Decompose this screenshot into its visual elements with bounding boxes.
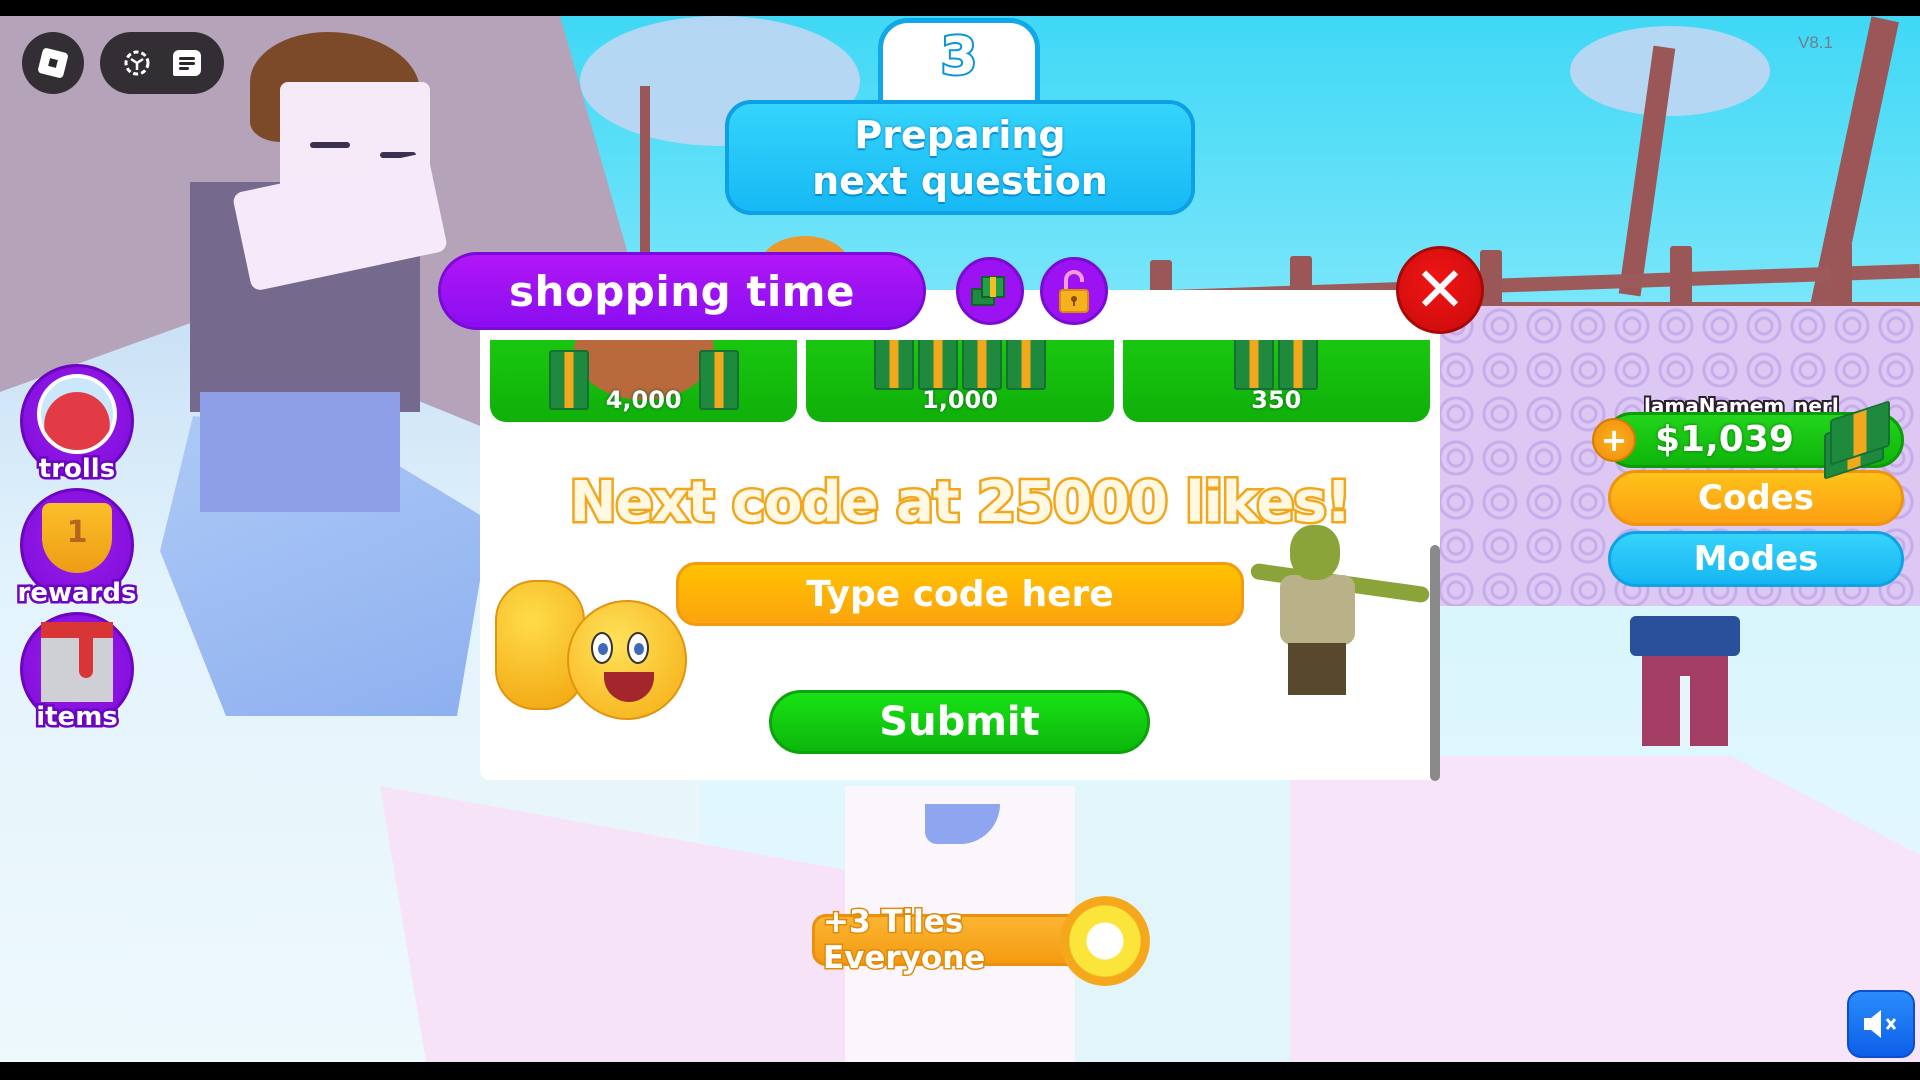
letterbox-top: [0, 0, 1920, 16]
shop-title: shopping time: [508, 266, 856, 316]
sun-burst-icon: [1060, 896, 1150, 986]
wooden-pole: [640, 86, 650, 266]
cash-stack-icon: [1234, 340, 1319, 390]
shop-item-4000[interactable]: 4,000: [490, 340, 798, 422]
padlock-open-icon: [1059, 270, 1089, 313]
sidebar-item-trolls[interactable]: trolls: [20, 364, 134, 487]
mute-button[interactable]: [1847, 990, 1915, 1058]
powerup-badge: +3 Tiles Everyone: [812, 903, 1102, 978]
player-username: lamaNamem_nerl: [1644, 394, 1839, 412]
cash-tab-button[interactable]: [956, 257, 1024, 325]
roblox-menu-button[interactable]: [22, 32, 84, 94]
thumbs-up-emoji: [495, 570, 695, 730]
sidebar-item-label: trolls: [36, 452, 117, 487]
selfie-view-icon: [124, 50, 150, 76]
shop-item-350[interactable]: 350: [1122, 340, 1430, 422]
paint-bucket-icon: [41, 622, 113, 703]
shop-scrollbar[interactable]: [1430, 545, 1440, 781]
roblox-toolbar: [100, 32, 224, 94]
cash-stack-icon: [1816, 400, 1894, 480]
add-money-button[interactable]: +: [1592, 418, 1636, 462]
cash-stack-icon: [971, 276, 1005, 306]
sidebar-item-label: rewards: [15, 576, 139, 611]
powerup-label: +3 Tiles Everyone: [822, 903, 987, 978]
round-status-text: Preparing next question: [812, 112, 1108, 203]
shop-title-bar: shopping time: [438, 252, 926, 330]
shop-item-amount: 1,000: [922, 386, 998, 414]
chat-icon: [173, 50, 201, 76]
sidebar-item-rewards[interactable]: rewards: [15, 488, 139, 611]
shop-item-1000[interactable]: 1,000: [806, 340, 1114, 422]
speaker-muted-icon: [1864, 1010, 1897, 1038]
countdown-number: 3: [939, 27, 979, 87]
unlock-tab-button[interactable]: [1040, 257, 1108, 325]
code-input[interactable]: [676, 562, 1244, 626]
trophy-icon: [42, 503, 112, 574]
cash-pile-icon: [873, 340, 1046, 390]
close-shop-button[interactable]: ✕: [1396, 246, 1484, 334]
close-x-icon: ✕: [1414, 253, 1466, 326]
shop-items: 4,000 1,000 350: [490, 340, 1430, 422]
sidebar-item-label: items: [34, 700, 121, 735]
sidebar-item-items[interactable]: items: [20, 612, 134, 735]
pink-tile: [1290, 756, 1920, 1062]
round-status-banner: Preparing next question: [725, 100, 1195, 215]
roblox-logo-icon: [37, 47, 69, 79]
chat-button[interactable]: [170, 46, 204, 80]
letterbox-bottom: [0, 1062, 1920, 1080]
potion-icon: [37, 374, 117, 455]
submit-code-button[interactable]: Submit: [769, 690, 1150, 754]
modes-button[interactable]: Modes: [1608, 531, 1904, 587]
version-label: V8.1: [1798, 33, 1833, 52]
player-avatar: [1610, 616, 1760, 746]
shrek-t-pose: [1249, 525, 1431, 695]
shop-item-amount: 350: [1251, 386, 1302, 414]
countdown-box: 3: [878, 18, 1040, 108]
selfie-view-button[interactable]: [120, 46, 154, 80]
shop-item-amount: 4,000: [605, 386, 682, 414]
codes-button[interactable]: Codes: [1608, 470, 1904, 526]
money-amount: $1,039: [1655, 419, 1794, 460]
